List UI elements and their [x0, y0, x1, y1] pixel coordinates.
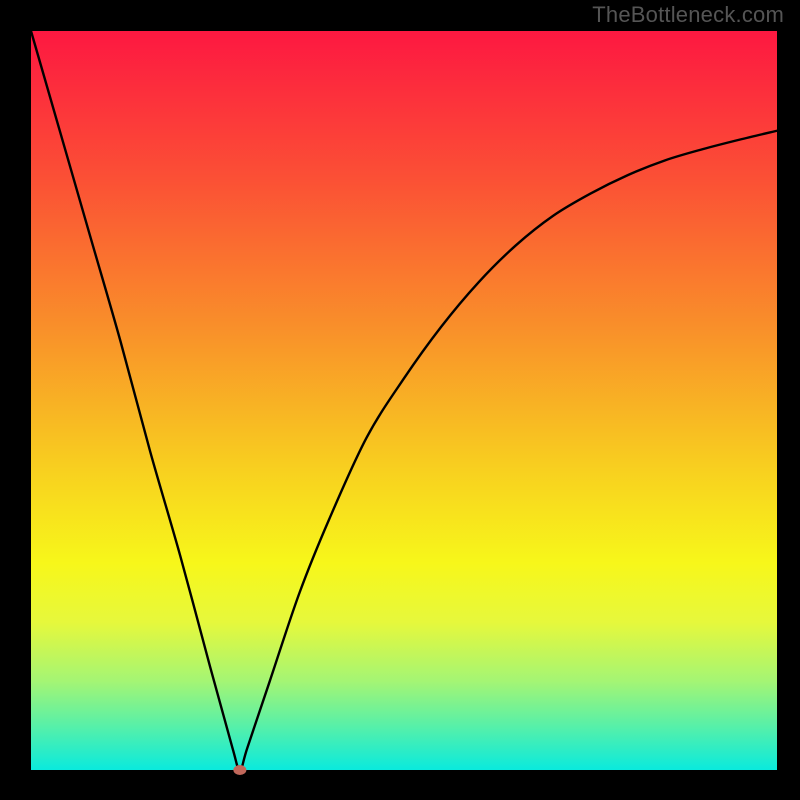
watermark-label: TheBottleneck.com [592, 2, 784, 28]
min-marker [233, 765, 246, 775]
plot-area [31, 31, 777, 770]
chart-canvas [0, 0, 800, 800]
chart-frame: TheBottleneck.com [0, 0, 800, 800]
